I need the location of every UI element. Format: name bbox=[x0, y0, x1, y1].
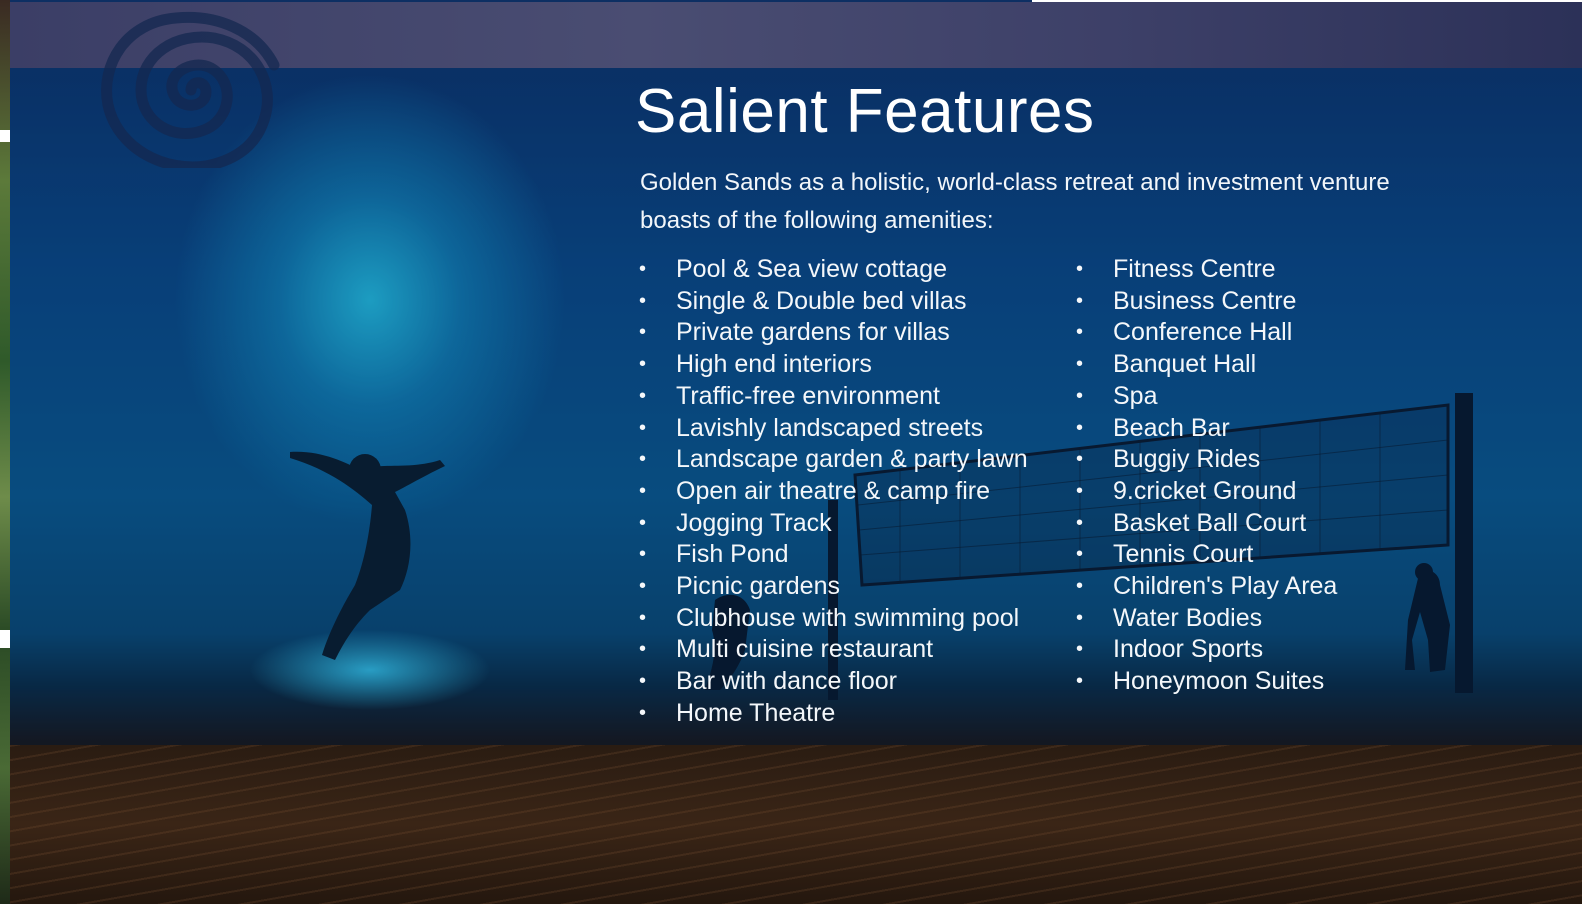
list-item: • Indoor Sports bbox=[1076, 634, 1496, 666]
list-item: • Business Centre bbox=[1076, 286, 1496, 318]
bullet-icon: • bbox=[1076, 289, 1084, 312]
list-item: • Basket Ball Court bbox=[1076, 508, 1496, 540]
bullet-icon: • bbox=[639, 638, 647, 661]
list-item: • Honeymoon Suites bbox=[1076, 666, 1496, 698]
list-item: • Buggiy Rides bbox=[1076, 444, 1496, 476]
bullet-icon: • bbox=[1076, 606, 1084, 629]
bullet-icon: • bbox=[639, 479, 647, 502]
list-item: • Children's Play Area bbox=[1076, 571, 1496, 603]
list-item: • Single & Double bed villas bbox=[639, 286, 1069, 318]
feature-list-right: • Fitness Centre • Business Centre • Confer… bbox=[1076, 254, 1496, 698]
bullet-icon: • bbox=[1076, 511, 1084, 534]
bullet-icon: • bbox=[1076, 543, 1084, 566]
features-content: Salient Features Golden Sands as a holis… bbox=[635, 76, 1535, 727]
list-item: • High end interiors bbox=[639, 349, 1069, 381]
list-item: • Landscape garden & party lawn bbox=[639, 444, 1069, 476]
bullet-icon: • bbox=[1076, 670, 1084, 693]
feature-list-left: • Pool & Sea view cottage • Single & Doubl… bbox=[639, 254, 1069, 730]
bullet-icon: • bbox=[1076, 353, 1084, 376]
list-item: • Home Theatre bbox=[639, 698, 1069, 730]
spiral-logo-icon bbox=[101, 11, 280, 168]
list-item: • Pool & Sea view cottage bbox=[639, 254, 1069, 286]
list-item: • Traffic-free environment bbox=[639, 381, 1069, 413]
bullet-icon: • bbox=[639, 353, 647, 376]
bullet-icon: • bbox=[639, 575, 647, 598]
bullet-icon: • bbox=[1076, 321, 1084, 344]
bullet-icon: • bbox=[639, 511, 647, 534]
bullet-icon: • bbox=[639, 384, 647, 407]
bullet-icon: • bbox=[639, 321, 647, 344]
bullet-icon: • bbox=[1076, 384, 1084, 407]
bullet-icon: • bbox=[639, 258, 647, 280]
list-item: • Jogging Track bbox=[639, 508, 1069, 540]
bullet-icon: • bbox=[1076, 416, 1084, 439]
page-title: Salient Features bbox=[635, 77, 1095, 146]
top-edge-line bbox=[1032, 0, 1582, 2]
bullet-icon: • bbox=[639, 448, 647, 471]
slide: Salient Features Golden Sands as a holis… bbox=[0, 0, 1582, 904]
list-item: • Water Bodies bbox=[1076, 603, 1496, 635]
list-item: • Tennis Court bbox=[1076, 539, 1496, 571]
list-item: • Bar with dance floor bbox=[639, 666, 1069, 698]
list-item: • Conference Hall bbox=[1076, 317, 1496, 349]
bullet-icon: • bbox=[639, 701, 647, 724]
intro-text: Golden Sands as a holistic, world-class … bbox=[640, 169, 1390, 234]
bullet-icon: • bbox=[1076, 575, 1084, 598]
bullet-icon: • bbox=[1076, 448, 1084, 471]
bullet-icon: • bbox=[639, 416, 647, 439]
list-item: • Picnic gardens bbox=[639, 571, 1069, 603]
list-item: • Beach Bar bbox=[1076, 413, 1496, 445]
list-item: • Lavishly landscaped streets bbox=[639, 413, 1069, 445]
list-item: • Fish Pond bbox=[639, 539, 1069, 571]
list-item: • Open air theatre & camp fire bbox=[639, 476, 1069, 508]
bullet-icon: • bbox=[639, 543, 647, 566]
list-item: • Private gardens for villas bbox=[639, 317, 1069, 349]
bullet-icon: • bbox=[1076, 479, 1084, 502]
bullet-icon: • bbox=[1076, 258, 1084, 280]
bullet-icon: • bbox=[639, 606, 647, 629]
list-item: • Spa bbox=[1076, 381, 1496, 413]
list-item: • Fitness Centre bbox=[1076, 254, 1496, 286]
bullet-icon: • bbox=[639, 289, 647, 312]
list-item: • Multi cuisine restaurant bbox=[639, 634, 1069, 666]
list-item: • 9.cricket Ground bbox=[1076, 476, 1496, 508]
list-item: • Clubhouse with swimming pool bbox=[639, 603, 1069, 635]
list-item: • Banquet Hall bbox=[1076, 349, 1496, 381]
bullet-icon: • bbox=[1076, 638, 1084, 661]
bullet-icon: • bbox=[639, 670, 647, 693]
